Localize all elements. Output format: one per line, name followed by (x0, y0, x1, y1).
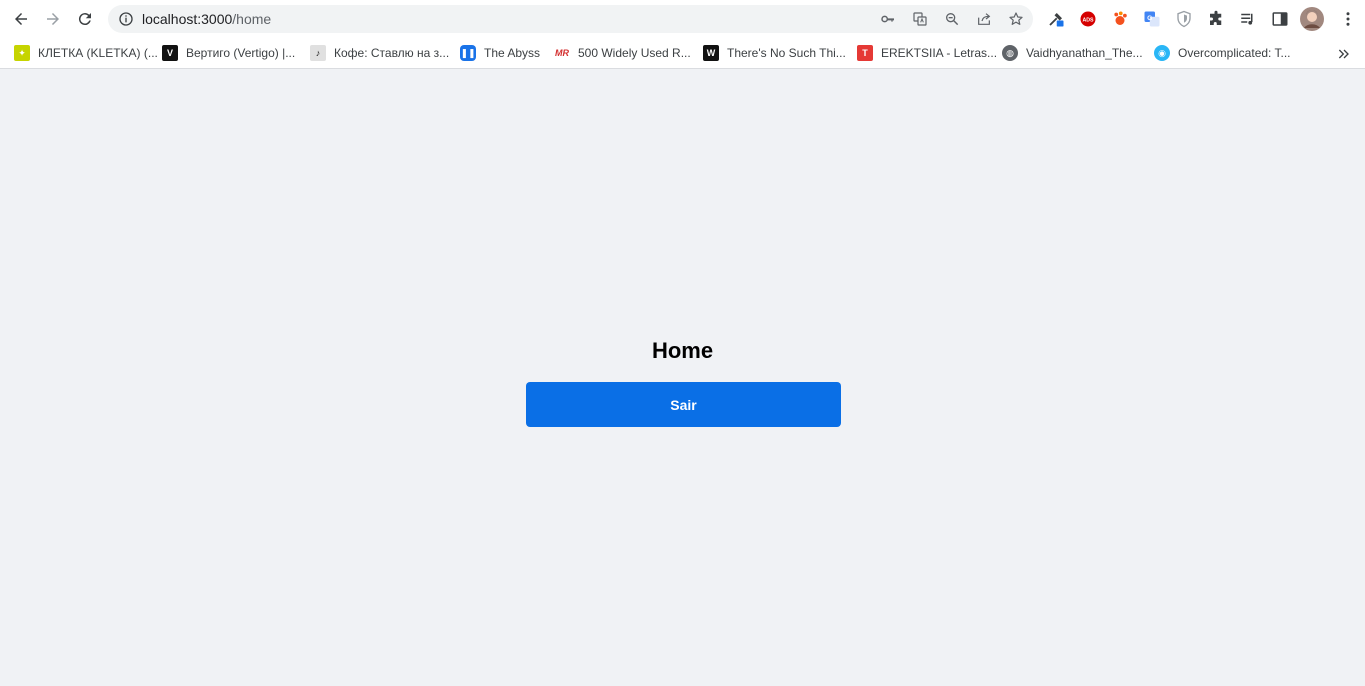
side-panel-icon (1272, 12, 1288, 26)
letras-favicon: T (857, 45, 873, 61)
media-control-button[interactable] (1238, 9, 1258, 29)
browser-menu-button[interactable] (1338, 9, 1358, 29)
share-icon (978, 13, 991, 25)
paw-icon (1114, 11, 1127, 25)
bookmark-item[interactable]: MR 500 Widely Used R... (554, 44, 691, 62)
translate-icon (913, 12, 927, 26)
shield-icon (1177, 10, 1191, 28)
adblock-icon: ADS (1080, 11, 1096, 27)
kletka-favicon: ✦ (14, 45, 30, 61)
eyedropper-icon (1049, 13, 1064, 27)
bookmark-item[interactable]: ❚❚ The Abyss (460, 44, 540, 62)
bookmark-star-button[interactable] (1007, 10, 1025, 28)
page-content: Home Sair (0, 70, 1365, 686)
page-title: Home (651, 338, 714, 363)
logout-button[interactable]: Sair (526, 382, 841, 427)
bookmarks-bar: ✦ КЛЕТКА (KLETKA) (... V Вертиго (Vertig… (0, 38, 1365, 69)
chevron-double-right-icon[interactable] (1336, 46, 1352, 62)
extension-eyedropper[interactable] (1046, 9, 1066, 29)
mr-favicon: MR (554, 45, 570, 61)
svg-text:G: G (1147, 15, 1152, 22)
arrow-right-icon (47, 13, 59, 25)
url-text: localhost:3000/home (142, 11, 271, 27)
globe-favicon: ◍ (1002, 45, 1018, 61)
extension-google-translate[interactable]: G (1142, 9, 1162, 29)
bookmark-item[interactable]: V Вертиго (Vertigo) |... (162, 44, 295, 62)
password-key-button[interactable] (879, 10, 897, 28)
bookmark-label: Кофе: Ставлю на з... (334, 46, 450, 60)
bookmark-label: КЛЕТКА (KLETKA) (... (38, 46, 158, 60)
arrow-left-icon (15, 13, 27, 25)
google-translate-icon: G (1144, 11, 1160, 27)
url-path: /home (232, 11, 272, 27)
reload-icon (78, 13, 91, 26)
key-icon (881, 15, 894, 23)
extension-adblock[interactable]: ADS (1078, 9, 1098, 29)
star-icon (1009, 12, 1023, 25)
translate-button[interactable] (911, 10, 929, 28)
bookmark-label: EREKTSIIA - Letras... (881, 46, 998, 60)
bookmark-label: The Abyss (484, 46, 541, 60)
more-vert-icon (1346, 12, 1350, 26)
vertigo-favicon: V (162, 45, 178, 61)
pause-favicon: ❚❚ (460, 45, 476, 61)
reload-button[interactable] (72, 6, 98, 32)
music-note-favicon: ♪ (310, 45, 326, 61)
address-bar[interactable]: localhost:3000/home (108, 5, 1033, 33)
bookmark-item[interactable]: ◍ Vaidhyanathan_The... (1002, 44, 1143, 62)
bookmark-item[interactable]: T EREKTSIIA - Letras... (857, 44, 997, 62)
zoom-button[interactable] (943, 10, 961, 28)
bookmark-label: There's No Such Thi... (727, 46, 846, 60)
share-button[interactable] (975, 10, 993, 28)
svg-text:ADS: ADS (1082, 17, 1094, 23)
bookmark-label: Overcomplicated: T... (1178, 46, 1291, 60)
bookmark-item[interactable]: ♪ Кофе: Ставлю на з... (310, 44, 449, 62)
site-favicon: ◉ (1154, 45, 1170, 61)
bookmark-label: Vaidhyanathan_The... (1026, 46, 1143, 60)
playlist-icon (1241, 13, 1253, 25)
bookmark-label: Вертиго (Vertigo) |... (186, 46, 296, 60)
extensions-button[interactable] (1206, 9, 1226, 29)
bookmark-item[interactable]: ✦ КЛЕТКА (KLETKA) (... (14, 44, 158, 62)
info-icon (119, 12, 133, 26)
side-panel-button[interactable] (1270, 9, 1290, 29)
zoom-out-icon (946, 12, 959, 26)
extension-orange[interactable] (1110, 9, 1130, 29)
extension-shield[interactable] (1174, 9, 1194, 29)
url-host: localhost:3000 (142, 11, 233, 27)
profile-avatar[interactable] (1300, 7, 1324, 31)
forward-button[interactable] (40, 6, 66, 32)
bookmark-item[interactable]: W There's No Such Thi... (703, 44, 846, 62)
book-favicon: W (703, 45, 719, 61)
bookmark-label: 500 Widely Used R... (578, 46, 691, 60)
puzzle-icon (1210, 10, 1222, 25)
back-button[interactable] (8, 6, 34, 32)
browser-toolbar: localhost:3000/home ADS G (0, 0, 1365, 38)
bookmark-item[interactable]: ◉ Overcomplicated: T... (1154, 44, 1291, 62)
avatar-icon (1300, 7, 1324, 31)
